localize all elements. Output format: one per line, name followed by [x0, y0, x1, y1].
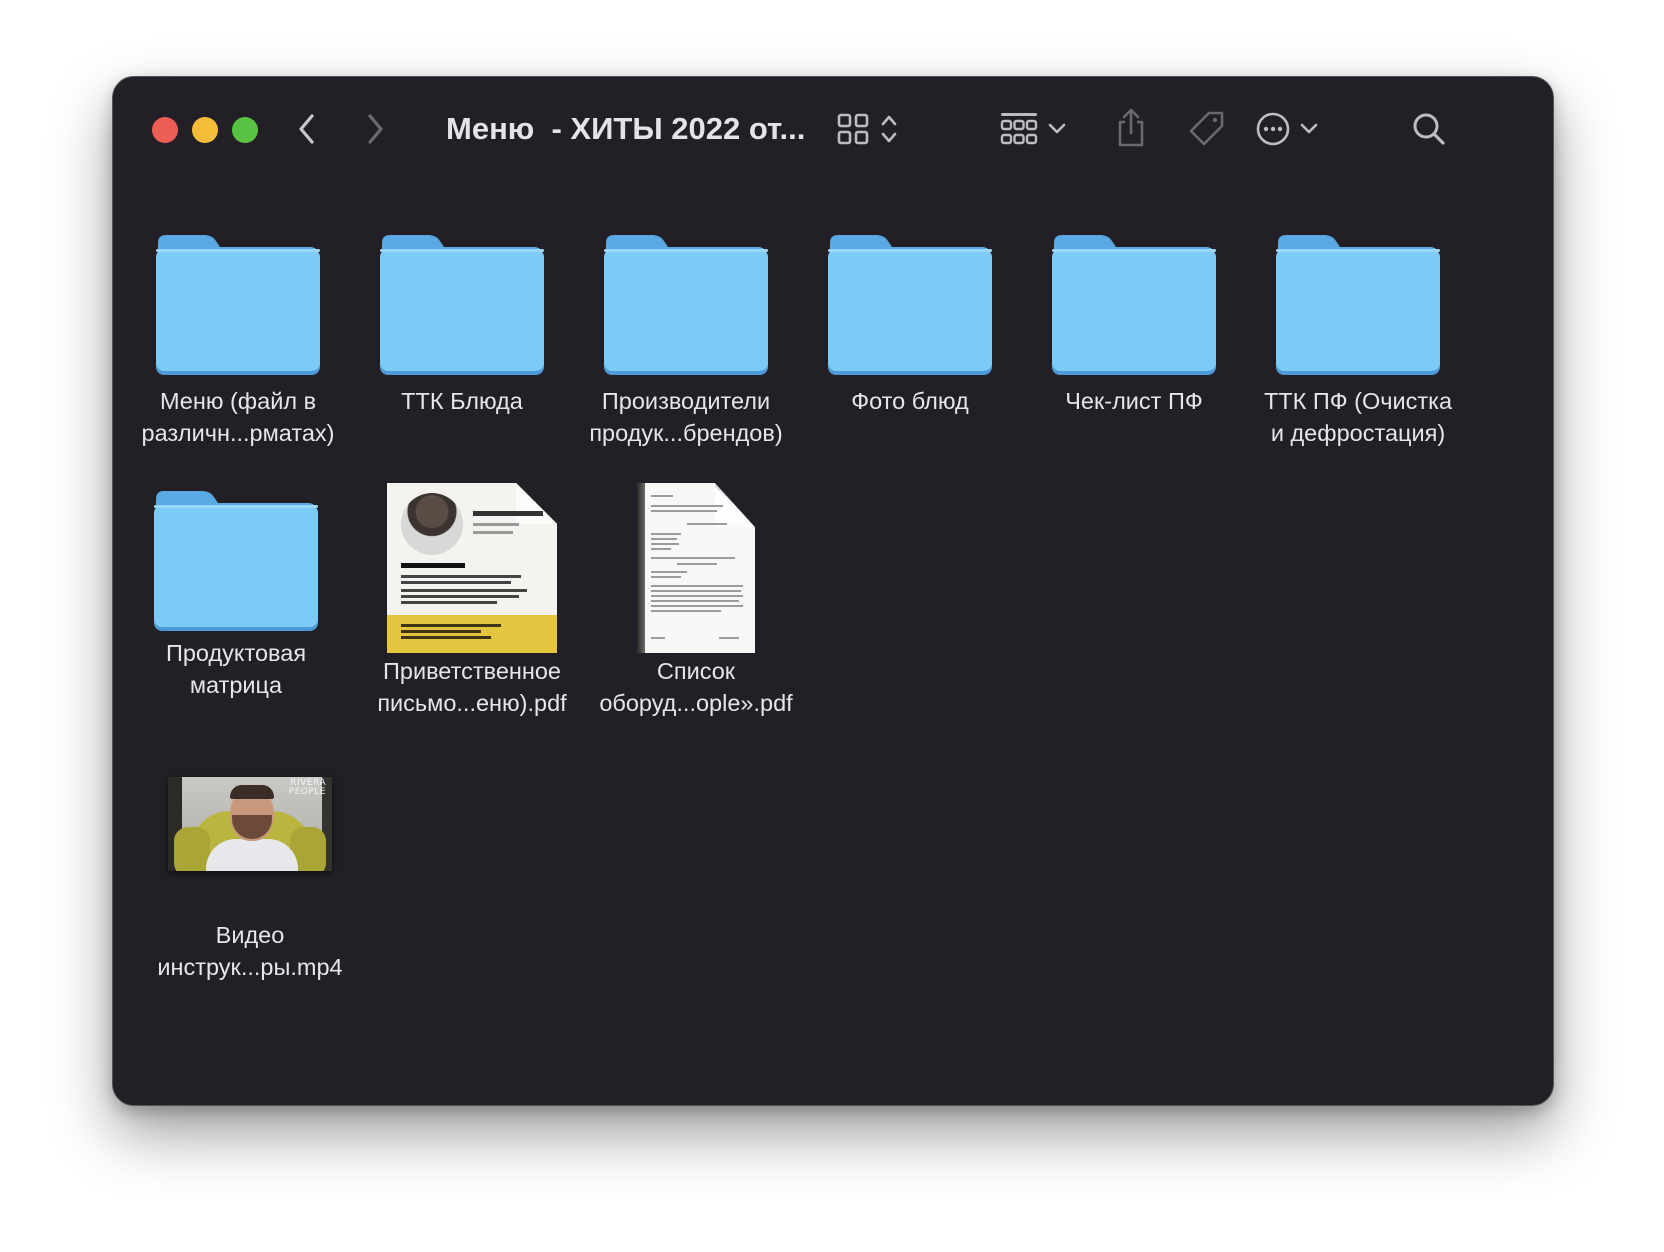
- folder-icon: [350, 221, 574, 377]
- folder-icon: [574, 221, 798, 377]
- folder-icon: [126, 221, 350, 377]
- folder-icon: [798, 221, 1022, 377]
- item-label-line2: и дефростация): [1270, 420, 1446, 446]
- item-label-line1: Приветственное: [383, 658, 561, 684]
- group-by-icon[interactable]: [999, 107, 1039, 151]
- pdf-thumbnail: [584, 477, 808, 653]
- icon-view-icon[interactable]: [833, 107, 873, 151]
- video-logo: RIVERA PEOPLE: [288, 778, 326, 797]
- item-label-line1: ТТК ПФ (Очистка: [1263, 388, 1453, 414]
- item-label-line1: Фото блюд: [851, 388, 969, 414]
- item-label-line1: Производители: [601, 388, 771, 414]
- item-label-line1: Видео: [215, 922, 285, 948]
- minimize-button[interactable]: [192, 117, 218, 143]
- icon-grid: Меню (файл в различн...рматах) ТТК Блюда: [113, 181, 1553, 1105]
- item-label-line1: Меню (файл в: [159, 388, 317, 414]
- toolbar: Меню - ХИТЫ 2022 от...: [113, 77, 1553, 181]
- item-label-line2: различн...рматах): [141, 420, 335, 446]
- back-icon[interactable]: [291, 107, 323, 151]
- item-label-line2: продук...брендов): [589, 420, 783, 446]
- zoom-button[interactable]: [232, 117, 258, 143]
- close-button[interactable]: [152, 117, 178, 143]
- item-label-line1: Чек-лист ПФ: [1065, 388, 1203, 414]
- more-actions-icon[interactable]: [1253, 105, 1293, 153]
- view-options-chevron-icon[interactable]: [877, 107, 901, 151]
- item-label-line1: Список: [656, 658, 736, 684]
- item-label-line2: письмо...еню).pdf: [377, 690, 567, 716]
- chevron-down-icon[interactable]: [1045, 107, 1069, 151]
- window-title: Меню - ХИТЫ 2022 от...: [446, 111, 806, 146]
- item-label-line2: матрица: [189, 672, 283, 698]
- item-label-line1: ТТК Блюда: [401, 388, 523, 414]
- forward-icon[interactable]: [359, 107, 391, 151]
- item-label-line2: инструк...ры.mp4: [157, 954, 343, 980]
- item-label-line2: оборуд...ople».pdf: [599, 690, 793, 716]
- item-label-line1: Продуктовая: [165, 640, 307, 666]
- video-thumbnail: RIVERA PEOPLE: [138, 775, 362, 871]
- more-actions-chevron-icon[interactable]: [1297, 107, 1321, 151]
- share-icon[interactable]: [1113, 103, 1149, 151]
- search-icon[interactable]: [1409, 105, 1449, 153]
- folder-icon: [1246, 221, 1470, 377]
- folder-icon: [1022, 221, 1246, 377]
- folder-icon: [124, 477, 348, 633]
- avatar: [401, 493, 463, 555]
- finder-window: Меню - ХИТЫ 2022 от... Меню (файл в разл…: [112, 76, 1554, 1106]
- tag-icon[interactable]: [1185, 105, 1229, 153]
- pdf-thumbnail: [360, 477, 584, 653]
